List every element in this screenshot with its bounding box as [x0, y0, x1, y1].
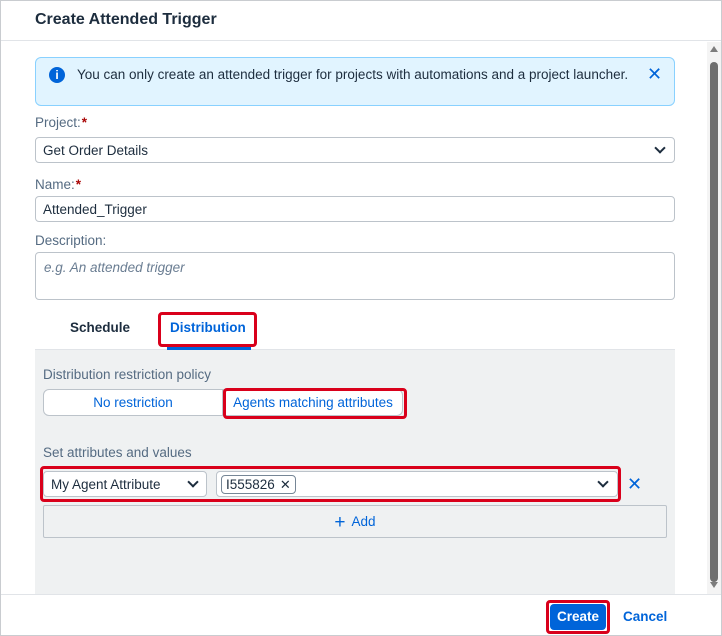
project-label: Project:*	[35, 115, 88, 130]
create-attended-trigger-dialog: Create Attended Trigger i You can only c…	[0, 0, 722, 636]
required-mark: *	[81, 115, 88, 130]
distribution-panel: Distribution restriction policy No restr…	[35, 350, 675, 594]
dialog-header: Create Attended Trigger	[1, 1, 721, 41]
project-select[interactable]: Get Order Details	[35, 137, 675, 163]
token-remove-icon[interactable]: ✕	[280, 476, 291, 493]
name-input[interactable]	[35, 196, 675, 222]
tab-bar: Schedule Distribution	[35, 309, 675, 350]
no-restriction-button[interactable]: No restriction	[43, 389, 223, 416]
dialog-content: i You can only create an attended trigge…	[1, 42, 707, 594]
scroll-up-arrow-icon[interactable]	[710, 46, 718, 52]
chevron-down-icon[interactable]	[597, 476, 609, 488]
attributes-label: Set attributes and values	[43, 445, 192, 460]
remove-row-icon[interactable]: ✕	[627, 474, 642, 495]
policy-label: Distribution restriction policy	[43, 367, 212, 382]
attribute-values-input[interactable]: I555826 ✕	[216, 471, 618, 497]
plus-icon: +	[334, 512, 346, 533]
project-select-value: Get Order Details	[43, 143, 149, 158]
tab-distribution[interactable]: Distribution	[170, 320, 246, 335]
policy-segmented-button: No restriction Agents matching attribute…	[43, 389, 403, 416]
required-mark: *	[75, 177, 82, 192]
description-textarea[interactable]	[35, 252, 675, 300]
close-icon[interactable]: ✕	[647, 64, 662, 85]
info-message-strip: i You can only create an attended trigge…	[35, 57, 675, 106]
tab-schedule[interactable]: Schedule	[70, 320, 130, 335]
dialog-title: Create Attended Trigger	[35, 11, 217, 28]
add-attribute-button[interactable]: + Add	[43, 505, 667, 538]
chevron-down-icon[interactable]	[654, 142, 666, 154]
add-label: Add	[351, 514, 376, 529]
cancel-button[interactable]: Cancel	[623, 609, 667, 624]
agents-matching-attributes-button[interactable]: Agents matching attributes	[223, 389, 403, 416]
vertical-scrollbar[interactable]	[707, 42, 721, 594]
create-button[interactable]: Create	[550, 604, 606, 630]
value-token: I555826 ✕	[221, 475, 296, 494]
description-label: Description:	[35, 233, 107, 248]
scroll-down-arrow-icon[interactable]	[710, 582, 718, 588]
attribute-select-value: My Agent Attribute	[51, 477, 161, 492]
chevron-down-icon[interactable]	[187, 476, 199, 488]
dialog-footer: Create Cancel	[1, 594, 721, 635]
info-icon: i	[49, 67, 65, 83]
info-message-text: You can only create an attended trigger …	[77, 67, 629, 82]
attribute-select[interactable]: My Agent Attribute	[43, 471, 207, 497]
scroll-thumb[interactable]	[710, 62, 718, 582]
name-label: Name:*	[35, 177, 82, 192]
